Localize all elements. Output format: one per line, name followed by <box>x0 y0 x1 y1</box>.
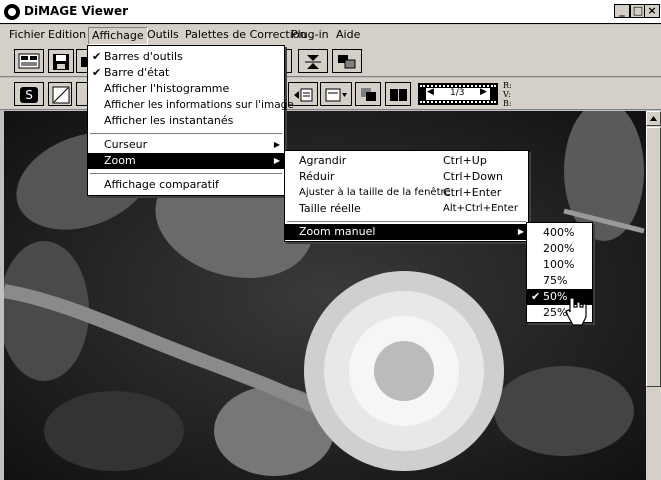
scroll-up-icon <box>650 116 657 121</box>
menu-item-curseur[interactable]: Curseur ▶ <box>88 137 284 153</box>
affichage-menu: ✔ Barres d'outils ✔ Barre d'état Affiche… <box>87 45 294 196</box>
green-label: V: <box>503 90 511 99</box>
flip-vertical-icon <box>305 55 321 69</box>
scroll-up-button[interactable] <box>646 111 661 126</box>
menu-item-ajuster[interactable]: Ajuster à la taille de la fenêtre Ctrl+E… <box>285 185 528 201</box>
check-icon: ✔ <box>92 50 102 63</box>
next-frame-icon[interactable]: ▶ <box>480 87 487 97</box>
curves-icon <box>52 86 70 104</box>
menu-item-informations[interactable]: Afficher les informations sur l'image <box>88 97 294 113</box>
menu-item-barres-outils[interactable]: ✔ Barres d'outils <box>88 49 284 65</box>
vertical-scrollbar[interactable] <box>646 111 661 480</box>
menu-item-affichage-comparatif[interactable]: Affichage comparatif <box>88 177 284 193</box>
shortcut: Ctrl+Up <box>443 154 487 167</box>
menu-item-agrandir[interactable]: Agrandir Ctrl+Up <box>285 153 528 169</box>
frame-counter: 1/3 <box>450 88 465 98</box>
rvb-readout: R: V: B: <box>503 81 512 108</box>
menu-item-zoom-200[interactable]: 200% <box>527 241 592 257</box>
minimize-button[interactable]: _ <box>614 4 630 18</box>
menu-item-zoom-100[interactable]: 100% <box>527 257 592 273</box>
menu-separator <box>287 221 526 222</box>
menu-plugin[interactable]: Plug-in <box>288 27 332 43</box>
shortcut: Alt+Ctrl+Enter <box>443 203 518 214</box>
window-title: DiMAGE Viewer <box>24 4 128 18</box>
menu-item-zoom-400[interactable]: 400% <box>527 225 592 241</box>
menu-item-zoom[interactable]: Zoom ▶ <box>88 153 284 169</box>
menu-separator <box>90 133 282 134</box>
menu-affichage[interactable]: Affichage <box>88 27 148 45</box>
view-mode-button[interactable] <box>320 82 352 106</box>
menu-item-instantanes[interactable]: Afficher les instantanés <box>88 113 284 129</box>
mouse-pointer-icon <box>565 297 587 326</box>
menu-edition[interactable]: Edition <box>45 27 89 43</box>
compare-button[interactable] <box>332 49 362 73</box>
menu-bar: Fichier Edition Affichage Outils Palette… <box>0 25 661 45</box>
svg-text:S: S <box>25 88 33 102</box>
save-icon <box>53 54 69 70</box>
menu-item-histogramme[interactable]: Afficher l'histogramme <box>88 81 284 97</box>
save-button[interactable] <box>48 49 74 73</box>
shortcut: Ctrl+Down <box>443 170 503 183</box>
menu-outils[interactable]: Outils <box>144 27 182 43</box>
snapshot-button[interactable] <box>355 82 381 106</box>
fullscreen-button[interactable] <box>385 82 411 106</box>
submenu-arrow-icon: ▶ <box>517 227 524 236</box>
zoom-menu: Agrandir Ctrl+Up Réduir Ctrl+Down Ajuste… <box>284 150 529 242</box>
menu-fichier[interactable]: Fichier <box>6 27 48 43</box>
browse-button[interactable] <box>14 49 44 73</box>
menu-item-reduir[interactable]: Réduir Ctrl+Down <box>285 169 528 185</box>
flip-vertical-button[interactable] <box>298 49 328 73</box>
browse-icon <box>18 53 40 69</box>
fullscreen-icon <box>390 89 407 101</box>
scroll-thumb[interactable] <box>646 127 661 387</box>
compare-icon <box>338 55 356 69</box>
palette-icon: S <box>20 87 38 103</box>
shortcut: Ctrl+Enter <box>443 186 502 199</box>
view-mode-icon <box>325 88 347 102</box>
blue-label: B: <box>503 99 512 108</box>
menu-aide[interactable]: Aide <box>333 27 363 43</box>
submenu-arrow-icon: ▶ <box>273 140 280 149</box>
previous-frame-icon[interactable]: ◀ <box>427 87 434 97</box>
curves-button[interactable] <box>48 82 72 106</box>
app-icon <box>4 4 20 20</box>
frame-counter-box: ◀ 1/3 ▶ <box>426 87 490 100</box>
frame-strip: ◀ 1/3 ▶ <box>418 83 498 105</box>
menu-separator <box>90 173 282 174</box>
check-icon: ✔ <box>531 290 541 303</box>
menu-item-zoom-75[interactable]: 75% <box>527 273 592 289</box>
snapshot-icon <box>361 88 376 101</box>
menu-item-barre-etat[interactable]: ✔ Barre d'état <box>88 65 284 81</box>
close-button[interactable]: × <box>644 4 660 18</box>
title-bar: DiMAGE Viewer _ □ × <box>0 0 661 24</box>
palette-button[interactable]: S <box>14 82 44 106</box>
submenu-arrow-icon: ▶ <box>273 156 280 165</box>
red-label: R: <box>503 81 512 90</box>
check-icon: ✔ <box>92 66 102 79</box>
image-info-icon <box>294 88 313 102</box>
menu-item-zoom-manuel[interactable]: Zoom manuel ▶ <box>285 224 528 240</box>
menu-item-taille-reelle[interactable]: Taille réelle Alt+Ctrl+Enter <box>285 201 528 217</box>
